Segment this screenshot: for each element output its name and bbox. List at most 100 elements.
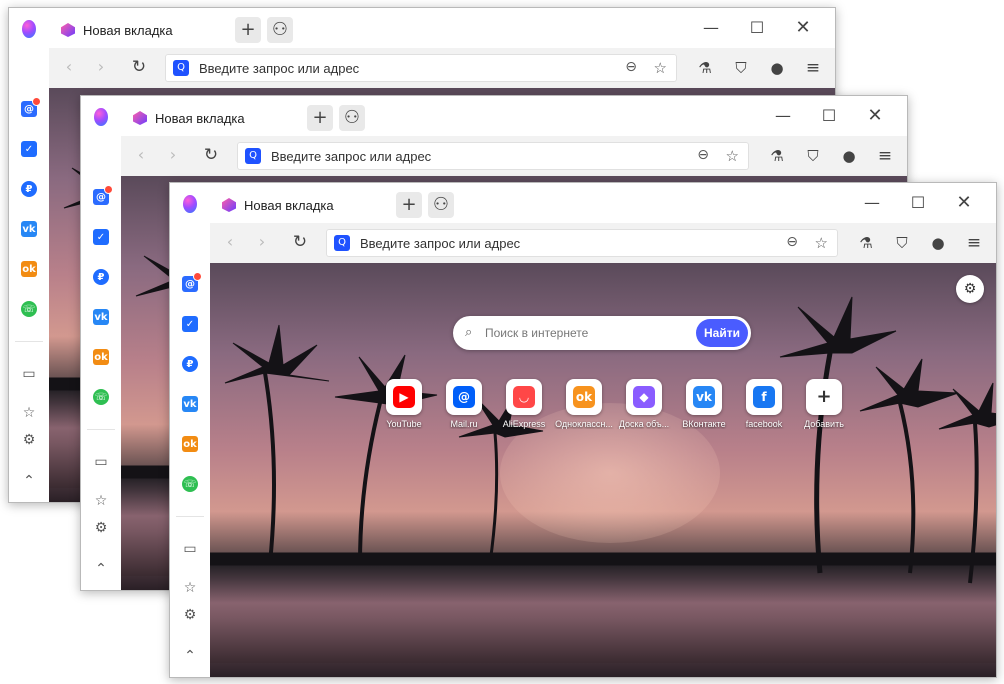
pay-icon[interactable]: ₽ (21, 181, 37, 197)
address-bar[interactable]: Q Введите запрос или адрес ⊖ ☆ (165, 54, 677, 82)
close-button[interactable]: ✕ (952, 191, 976, 215)
speed-dial-tile[interactable]: ok Одноклассн... (554, 379, 614, 429)
bookmark-star-icon[interactable]: ☆ (654, 59, 667, 77)
incognito-icon[interactable]: ⚇ (428, 192, 454, 218)
whatsapp-icon[interactable]: ☏ (93, 389, 109, 405)
tab-new-tab[interactable]: Новая вкладка (125, 102, 301, 139)
vk-icon[interactable]: vk (93, 309, 109, 325)
tab-new-tab[interactable]: Новая вкладка (53, 14, 229, 51)
page-settings-icon[interactable]: ⚙ (956, 275, 984, 303)
bookmark-star-icon[interactable]: ☆ (726, 147, 739, 165)
mail-icon[interactable]: @ (21, 97, 41, 117)
chevron-up-icon[interactable]: ⌃ (182, 648, 198, 664)
tile-box[interactable]: f (746, 379, 782, 415)
speed-dial-tile[interactable]: f facebook (734, 379, 794, 429)
mail-icon[interactable]: @ (93, 185, 113, 205)
maximize-button[interactable]: ☐ (745, 16, 769, 40)
ok-icon[interactable]: ok (21, 261, 37, 277)
minimize-button[interactable]: — (860, 191, 884, 215)
menu-icon[interactable]: ≡ (803, 58, 823, 78)
shield-icon[interactable]: ⛉ (892, 233, 912, 253)
tasks-icon[interactable]: ✓ (182, 316, 198, 332)
star-icon[interactable]: ☆ (21, 405, 37, 421)
tasks-icon[interactable]: ✓ (21, 141, 37, 157)
tile-box[interactable]: + (806, 379, 842, 415)
address-bar[interactable]: Q Введите запрос или адрес ⊖ ☆ (237, 142, 749, 170)
search-button[interactable]: Найти (696, 319, 748, 347)
bookmark-star-icon[interactable]: ☆ (815, 234, 828, 252)
whatsapp-icon[interactable]: ☏ (182, 476, 198, 492)
chevron-up-icon[interactable]: ⌃ (93, 561, 109, 577)
menu-icon[interactable]: ≡ (964, 233, 984, 253)
address-bar[interactable]: Q Введите запрос или адрес ⊖ ☆ (326, 229, 838, 257)
new-tab-button[interactable]: + (307, 105, 333, 131)
browser-window-front[interactable]: @ ✓ ₽ vk ok ☏ ▭ ☆ ⚙ ⌃ Новая вкладка + ⚇ … (169, 182, 997, 678)
close-button[interactable]: ✕ (863, 104, 887, 128)
web-search-box[interactable]: ⌕ Поиск в интернете Найти (453, 316, 751, 350)
profile-icon[interactable]: ● (928, 233, 948, 253)
profile-icon[interactable]: ● (767, 58, 787, 78)
settings-icon[interactable]: ⚙ (93, 520, 109, 536)
speed-dial-tile[interactable]: + Добавить (794, 379, 854, 429)
speed-dial-tile[interactable]: ◆ Доска объ... (614, 379, 674, 429)
zoom-icon[interactable]: ⊖ (786, 234, 798, 250)
reload-button[interactable]: ↻ (290, 232, 310, 252)
reload-button[interactable]: ↻ (201, 145, 221, 165)
speed-dial-tile[interactable]: ▶ YouTube (374, 379, 434, 429)
settings-icon[interactable]: ⚙ (21, 432, 37, 448)
tile-box[interactable]: @ (446, 379, 482, 415)
tile-box[interactable]: ▶ (386, 379, 422, 415)
incognito-icon[interactable]: ⚇ (339, 105, 365, 131)
cleaner-icon[interactable]: ⚗ (695, 58, 715, 78)
minimize-button[interactable]: — (699, 16, 723, 40)
mail-icon[interactable]: @ (182, 272, 202, 292)
vk-icon[interactable]: vk (21, 221, 37, 237)
new-tab-button[interactable]: + (235, 17, 261, 43)
book-icon[interactable]: ▭ (93, 454, 109, 470)
pay-icon[interactable]: ₽ (182, 356, 198, 372)
tile-box[interactable]: ◆ (626, 379, 662, 415)
speed-dial-tile[interactable]: vk ВКонтакте (674, 379, 734, 429)
whatsapp-icon[interactable]: ☏ (21, 301, 37, 317)
forward-button[interactable]: › (252, 232, 272, 252)
speed-dial-tile[interactable]: ◡ AliExpress (494, 379, 554, 429)
settings-icon[interactable]: ⚙ (182, 607, 198, 623)
close-button[interactable]: ✕ (791, 16, 815, 40)
forward-button[interactable]: › (91, 57, 111, 77)
browser-logo-icon[interactable] (94, 108, 108, 126)
star-icon[interactable]: ☆ (182, 580, 198, 596)
speed-dial-tile[interactable]: @ Mail.ru (434, 379, 494, 429)
tile-box[interactable]: ok (566, 379, 602, 415)
shield-icon[interactable]: ⛉ (731, 58, 751, 78)
tab-new-tab[interactable]: Новая вкладка (214, 189, 390, 226)
book-icon[interactable]: ▭ (21, 366, 37, 382)
browser-logo-icon[interactable] (22, 20, 36, 38)
cleaner-icon[interactable]: ⚗ (856, 233, 876, 253)
zoom-icon[interactable]: ⊖ (697, 147, 709, 163)
shield-icon[interactable]: ⛉ (803, 146, 823, 166)
tile-box[interactable]: vk (686, 379, 722, 415)
tile-box[interactable]: ◡ (506, 379, 542, 415)
vk-icon[interactable]: vk (182, 396, 198, 412)
zoom-icon[interactable]: ⊖ (625, 59, 637, 75)
menu-icon[interactable]: ≡ (875, 146, 895, 166)
maximize-button[interactable]: ☐ (817, 104, 841, 128)
minimize-button[interactable]: — (771, 104, 795, 128)
cleaner-icon[interactable]: ⚗ (767, 146, 787, 166)
new-tab-button[interactable]: + (396, 192, 422, 218)
star-icon[interactable]: ☆ (93, 493, 109, 509)
incognito-icon[interactable]: ⚇ (267, 17, 293, 43)
book-icon[interactable]: ▭ (182, 541, 198, 557)
forward-button[interactable]: › (163, 145, 183, 165)
ok-icon[interactable]: ok (182, 436, 198, 452)
chevron-up-icon[interactable]: ⌃ (21, 473, 37, 489)
pay-icon[interactable]: ₽ (93, 269, 109, 285)
tasks-icon[interactable]: ✓ (93, 229, 109, 245)
ok-icon[interactable]: ok (93, 349, 109, 365)
back-button[interactable]: ‹ (131, 145, 151, 165)
browser-logo-icon[interactable] (183, 195, 197, 213)
back-button[interactable]: ‹ (220, 232, 240, 252)
back-button[interactable]: ‹ (59, 57, 79, 77)
reload-button[interactable]: ↻ (129, 57, 149, 77)
profile-icon[interactable]: ● (839, 146, 859, 166)
